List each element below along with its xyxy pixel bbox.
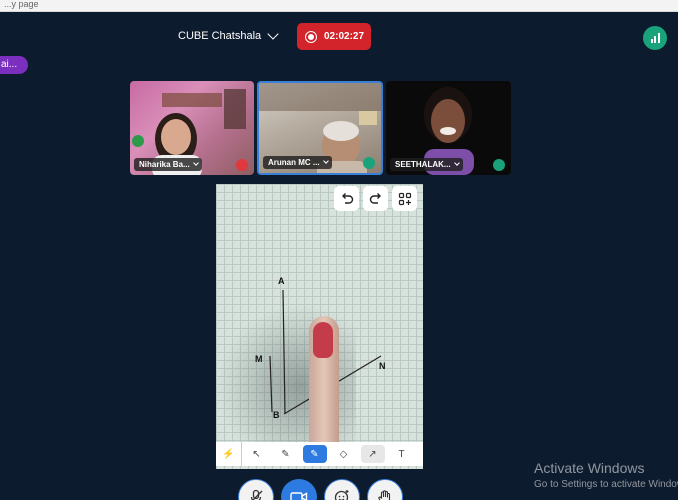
undo-button[interactable] — [334, 186, 359, 211]
recording-indicator[interactable]: 02:02:27 — [297, 23, 371, 50]
whiteboard-canvas[interactable]: A M B N — [216, 184, 423, 469]
participant-chip[interactable]: ai... — [0, 56, 28, 74]
participant-name[interactable]: SEETHALAK... — [390, 158, 463, 171]
browser-tab-text: ...y page — [4, 0, 39, 9]
call-controls — [238, 479, 403, 500]
record-icon — [305, 30, 317, 43]
tool-eraser[interactable]: ◇ — [329, 442, 358, 466]
mic-toggle-button[interactable] — [238, 479, 274, 500]
recording-timer: 02:02:27 — [324, 31, 365, 42]
browser-top-strip: ...y page — [0, 0, 678, 12]
reactions-icon — [334, 490, 349, 500]
tool-select[interactable]: ↖ — [242, 442, 271, 466]
point-label-b: B — [273, 410, 280, 420]
participant-tile-2[interactable]: Arunan MC ... — [257, 81, 383, 175]
raise-hand-icon — [378, 490, 391, 500]
mic-muted-icon — [236, 159, 248, 171]
network-signal-button[interactable] — [643, 26, 667, 50]
tool-laser[interactable]: ⚡ — [216, 442, 242, 466]
participant-name[interactable]: Niharika Ba... — [134, 158, 202, 171]
watermark-subtitle: Go to Settings to activate Windows. — [534, 479, 678, 490]
pen-icon: ✎ — [281, 448, 290, 460]
undo-icon — [341, 192, 353, 204]
windows-activation-watermark: Activate Windows Go to Settings to activ… — [534, 460, 678, 490]
redo-icon — [369, 192, 381, 204]
eraser-icon: ◇ — [339, 448, 348, 460]
tool-marker[interactable]: ✎ — [300, 442, 329, 466]
watermark-title: Activate Windows — [534, 460, 645, 476]
point-label-a: A — [278, 276, 285, 286]
whiteboard-toolbar: ⚡ ↖ ✎ ✎ ◇ ↗ T — [216, 442, 423, 466]
mic-active-icon — [493, 159, 505, 171]
tool-text[interactable]: T — [387, 442, 416, 466]
line-ab — [282, 289, 286, 415]
camera-icon — [290, 492, 308, 500]
fingernail — [313, 322, 333, 358]
mic-active-icon — [363, 157, 375, 169]
tool-pen[interactable]: ✎ — [271, 442, 300, 466]
signal-bar — [654, 36, 656, 43]
marker-icon: ✎ — [302, 445, 327, 463]
mic-off-icon — [250, 489, 263, 500]
whiteboard-controls — [334, 186, 417, 211]
add-widgets-icon — [398, 192, 411, 205]
camera-toggle-button[interactable] — [281, 479, 317, 500]
select-icon: ↖ — [252, 448, 261, 460]
signal-bar — [657, 33, 660, 43]
meeting-name: CUBE Chatshala — [178, 30, 262, 42]
meeting-title-dropdown[interactable]: CUBE Chatshala — [178, 27, 279, 45]
participant-name[interactable]: Arunan MC ... — [263, 156, 332, 169]
text-icon: T — [398, 448, 405, 460]
laser-icon: ⚡ — [222, 448, 235, 460]
point-label-m: M — [255, 354, 263, 364]
line-m — [269, 355, 273, 413]
chevron-down-icon — [267, 28, 279, 40]
point-label-n: N — [379, 361, 386, 371]
redo-button[interactable] — [363, 186, 388, 211]
participant-tile-1[interactable]: Niharika Ba... — [130, 81, 254, 175]
add-widgets-button[interactable] — [392, 186, 417, 211]
tool-arrow[interactable]: ↗ — [358, 442, 387, 466]
raise-hand-button[interactable] — [367, 479, 403, 500]
reactions-button[interactable] — [324, 479, 360, 500]
signal-bars-icon — [650, 39, 653, 43]
participant-tile-3[interactable]: SEETHALAK... — [386, 81, 511, 175]
arrow-icon: ↗ — [360, 445, 385, 463]
